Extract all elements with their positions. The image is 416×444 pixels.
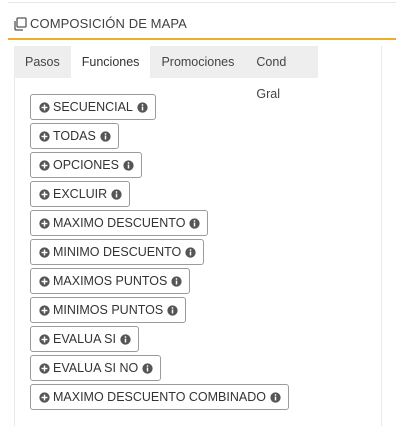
info-circle-icon[interactable] — [120, 333, 131, 345]
function-button-label: MINIMO DESCUENTO — [53, 245, 182, 259]
function-button[interactable]: SECUENCIAL — [30, 94, 156, 120]
info-circle-icon[interactable] — [270, 391, 281, 403]
tab-bar: Pasos Funciones Promociones Cond Gral — [14, 46, 318, 101]
info-circle-icon[interactable] — [137, 101, 148, 113]
plus-circle-icon — [39, 130, 50, 142]
info-circle-icon[interactable] — [189, 217, 201, 229]
info-circle-icon[interactable] — [111, 188, 122, 200]
top-divider — [8, 2, 396, 3]
function-button[interactable]: MAXIMOS PUNTOS — [30, 268, 191, 294]
plus-circle-icon — [39, 188, 50, 200]
info-circle-icon[interactable] — [123, 159, 134, 171]
function-button[interactable]: MINIMOS PUNTOS — [30, 297, 187, 323]
plus-circle-icon — [39, 275, 50, 287]
plus-circle-icon — [39, 246, 50, 258]
tab-promociones[interactable]: Promociones — [150, 46, 245, 78]
function-button-label: MAXIMO DESCUENTO — [53, 216, 186, 230]
function-button[interactable]: MAXIMO DESCUENTO COMBINADO — [30, 384, 289, 410]
function-button[interactable]: MINIMO DESCUENTO — [30, 239, 205, 265]
plus-circle-icon — [39, 304, 50, 316]
plus-circle-icon — [39, 362, 50, 374]
panel-header: COMPOSICIÓN DE MAPA — [8, 12, 396, 40]
function-button-label: MINIMOS PUNTOS — [53, 303, 164, 317]
tab-funciones[interactable]: Funciones — [70, 46, 151, 78]
info-circle-icon[interactable] — [171, 275, 183, 287]
info-circle-icon[interactable] — [142, 362, 153, 374]
function-button[interactable]: EXCLUIR — [30, 181, 131, 207]
tab-pasos[interactable]: Pasos — [14, 46, 71, 78]
function-button[interactable]: EVALUA SI NO — [30, 355, 162, 381]
function-button[interactable]: OPCIONES — [30, 152, 142, 178]
function-button-label: EVALUA SI NO — [53, 361, 139, 375]
info-circle-icon[interactable] — [167, 304, 178, 316]
function-button-label: SECUENCIAL — [53, 100, 133, 114]
panel-title: COMPOSICIÓN DE MAPA — [30, 16, 187, 31]
plus-circle-icon — [39, 159, 50, 171]
function-button-label: EVALUA SI — [53, 332, 116, 346]
plus-circle-icon — [39, 333, 50, 345]
function-list: SECUENCIAL TODAS OPCIONES EXCLUIR MAXIMO DES… — [30, 94, 289, 413]
function-button-label: TODAS — [53, 129, 96, 143]
function-button-label: MAXIMOS PUNTOS — [53, 274, 168, 288]
copy-layers-icon — [14, 17, 27, 31]
info-circle-icon[interactable] — [185, 246, 196, 258]
function-button[interactable]: TODAS — [30, 123, 119, 149]
plus-circle-icon — [39, 391, 50, 403]
tab-cond-gral[interactable]: Cond Gral — [245, 46, 318, 101]
function-button[interactable]: EVALUA SI — [30, 326, 139, 352]
function-button-label: MAXIMO DESCUENTO COMBINADO — [53, 390, 266, 404]
info-circle-icon[interactable] — [100, 130, 111, 142]
function-button[interactable]: MAXIMO DESCUENTO — [30, 210, 209, 236]
plus-circle-icon — [39, 217, 50, 229]
function-button-label: OPCIONES — [53, 158, 119, 172]
plus-circle-icon — [39, 101, 50, 113]
function-button-label: EXCLUIR — [53, 187, 108, 201]
